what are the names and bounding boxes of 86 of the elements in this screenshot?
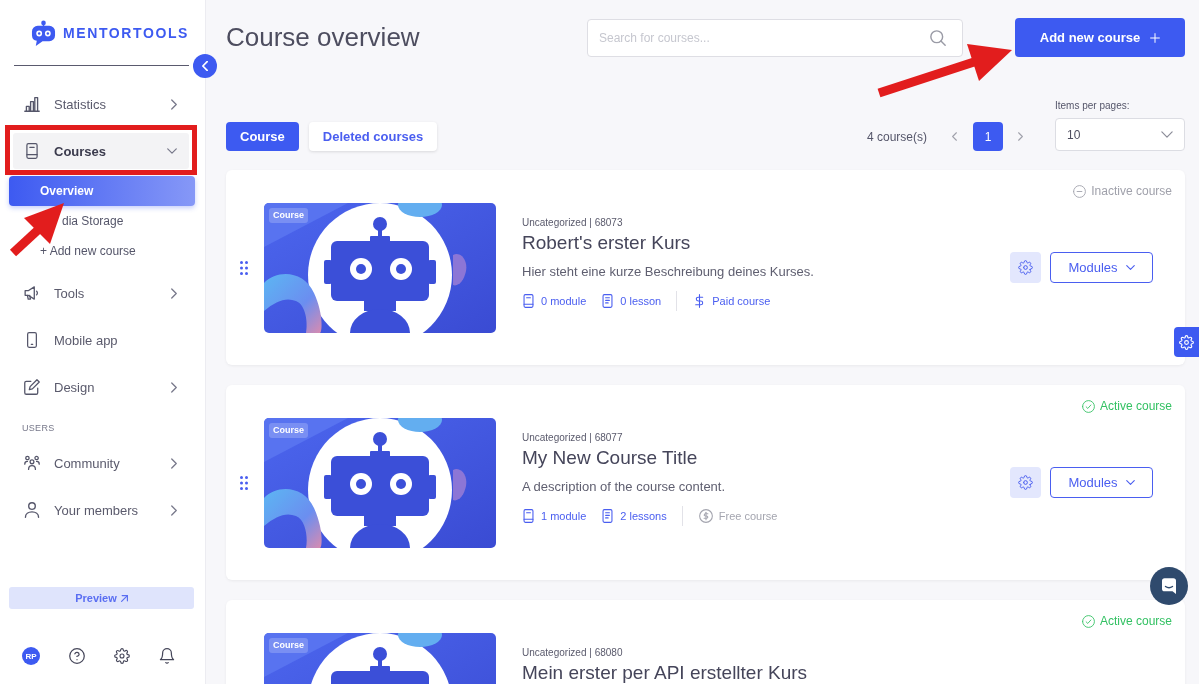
page-title: Course overview bbox=[226, 22, 420, 53]
drag-handle-icon[interactable] bbox=[240, 475, 248, 490]
chevron-right-icon bbox=[171, 504, 177, 516]
course-category: Uncategorized | 68077 bbox=[522, 432, 623, 444]
book-icon bbox=[522, 294, 535, 308]
help-icon[interactable] bbox=[69, 648, 85, 664]
chevron-right-icon bbox=[171, 287, 177, 299]
document-icon bbox=[601, 509, 615, 523]
logo-text: MENTORTOOLS bbox=[63, 25, 189, 41]
check-circle-icon bbox=[1081, 399, 1095, 413]
nav-item[interactable]: Community bbox=[13, 445, 189, 481]
course-category: Uncategorized | 68080 bbox=[522, 647, 623, 659]
chevron-down-icon bbox=[1161, 131, 1173, 138]
modules-button[interactable]: Modules bbox=[1050, 252, 1153, 283]
chevron-right-icon bbox=[171, 381, 177, 393]
course-settings-button[interactable] bbox=[1010, 252, 1041, 283]
course-title: Mein erster per API erstellter Kurs bbox=[522, 661, 808, 684]
chevron-down-icon bbox=[1125, 265, 1135, 270]
course-count: 4 course(s) bbox=[866, 129, 927, 144]
module-count[interactable]: 1 module bbox=[541, 510, 587, 522]
type-badge: Course bbox=[269, 207, 308, 223]
chevron-left-icon bbox=[202, 61, 208, 71]
course-description: Hier steht eine kurze Beschreibung deines Kurses. bbox=[522, 263, 814, 281]
settings-icon bbox=[1018, 475, 1033, 490]
nav-item[interactable]: Mobile app bbox=[13, 322, 189, 358]
document-icon bbox=[601, 294, 615, 308]
logo-icon bbox=[31, 19, 56, 47]
chevron-down-icon bbox=[1125, 480, 1135, 485]
bar-chart-icon bbox=[24, 96, 40, 112]
user-icon bbox=[24, 502, 40, 518]
avatar[interactable]: RP bbox=[22, 647, 40, 665]
drag-handle-icon[interactable] bbox=[240, 260, 248, 275]
phone-icon bbox=[24, 332, 40, 348]
pencil-icon bbox=[24, 379, 40, 395]
status-label: Active course bbox=[1099, 613, 1172, 629]
tab[interactable]: Course bbox=[226, 122, 299, 151]
floating-settings-button[interactable] bbox=[1174, 327, 1199, 357]
settings-icon[interactable] bbox=[114, 648, 130, 664]
course-title: Robert's erster Kurs bbox=[522, 231, 691, 255]
settings-icon bbox=[1018, 260, 1033, 275]
submenu-item[interactable]: Overview bbox=[9, 176, 195, 206]
course-title: My New Course Title bbox=[522, 446, 698, 470]
nav-item[interactable]: Design bbox=[13, 369, 189, 405]
plus-icon bbox=[1150, 32, 1161, 43]
add-course-button[interactable]: Add new course bbox=[1015, 18, 1185, 57]
collapse-button[interactable] bbox=[193, 54, 217, 78]
type-badge: Course bbox=[269, 422, 308, 438]
module-count[interactable]: 0 module bbox=[541, 295, 587, 307]
nav-item[interactable]: Your members bbox=[13, 492, 189, 528]
book-icon bbox=[522, 509, 535, 523]
submenu-item[interactable]: + Add new course bbox=[40, 236, 136, 266]
chevron-down-icon bbox=[167, 148, 177, 154]
course-category: Uncategorized | 68073 bbox=[522, 217, 623, 229]
external-link-icon bbox=[120, 594, 128, 602]
section-heading: USERS bbox=[22, 423, 55, 434]
settings-icon bbox=[1179, 334, 1194, 350]
chevron-right-icon bbox=[171, 98, 177, 110]
items-per-page-select[interactable]: 10 bbox=[1055, 118, 1185, 151]
page-button[interactable]: 1 bbox=[973, 122, 1003, 151]
status-label: Inactive course bbox=[1091, 183, 1172, 199]
megaphone-icon bbox=[24, 285, 40, 301]
course-description: A description of the course content. bbox=[522, 478, 726, 496]
bell-icon[interactable] bbox=[159, 648, 175, 664]
lesson-count[interactable]: 0 lesson bbox=[620, 295, 662, 307]
chat-icon bbox=[1162, 578, 1176, 594]
people-icon bbox=[24, 455, 40, 471]
minus-circle-icon bbox=[1073, 184, 1087, 198]
nav-item[interactable]: Tools bbox=[13, 275, 189, 311]
type-badge: Course bbox=[269, 637, 308, 653]
price-label: Paid course bbox=[712, 295, 771, 307]
tab[interactable]: Deleted courses bbox=[308, 122, 438, 151]
submenu-item[interactable]: dia Storage bbox=[62, 206, 124, 236]
search-icon bbox=[930, 29, 946, 46]
lesson-count[interactable]: 2 lessons bbox=[620, 510, 667, 522]
course-settings-button[interactable] bbox=[1010, 467, 1041, 498]
price-label: Free course bbox=[718, 510, 778, 522]
items-per-page-label: Items per pages: bbox=[1055, 100, 1131, 112]
status-label: Active course bbox=[1099, 398, 1172, 414]
chevron-right-icon bbox=[171, 457, 177, 469]
dollar-circle-icon bbox=[698, 509, 713, 523]
check-circle-icon bbox=[1081, 614, 1095, 628]
nav-item[interactable]: Courses bbox=[13, 133, 189, 169]
nav-item[interactable]: Statistics bbox=[13, 86, 189, 122]
preview-button[interactable]: Preview bbox=[9, 587, 194, 609]
modules-button[interactable]: Modules bbox=[1050, 467, 1153, 498]
book-icon bbox=[24, 143, 40, 159]
